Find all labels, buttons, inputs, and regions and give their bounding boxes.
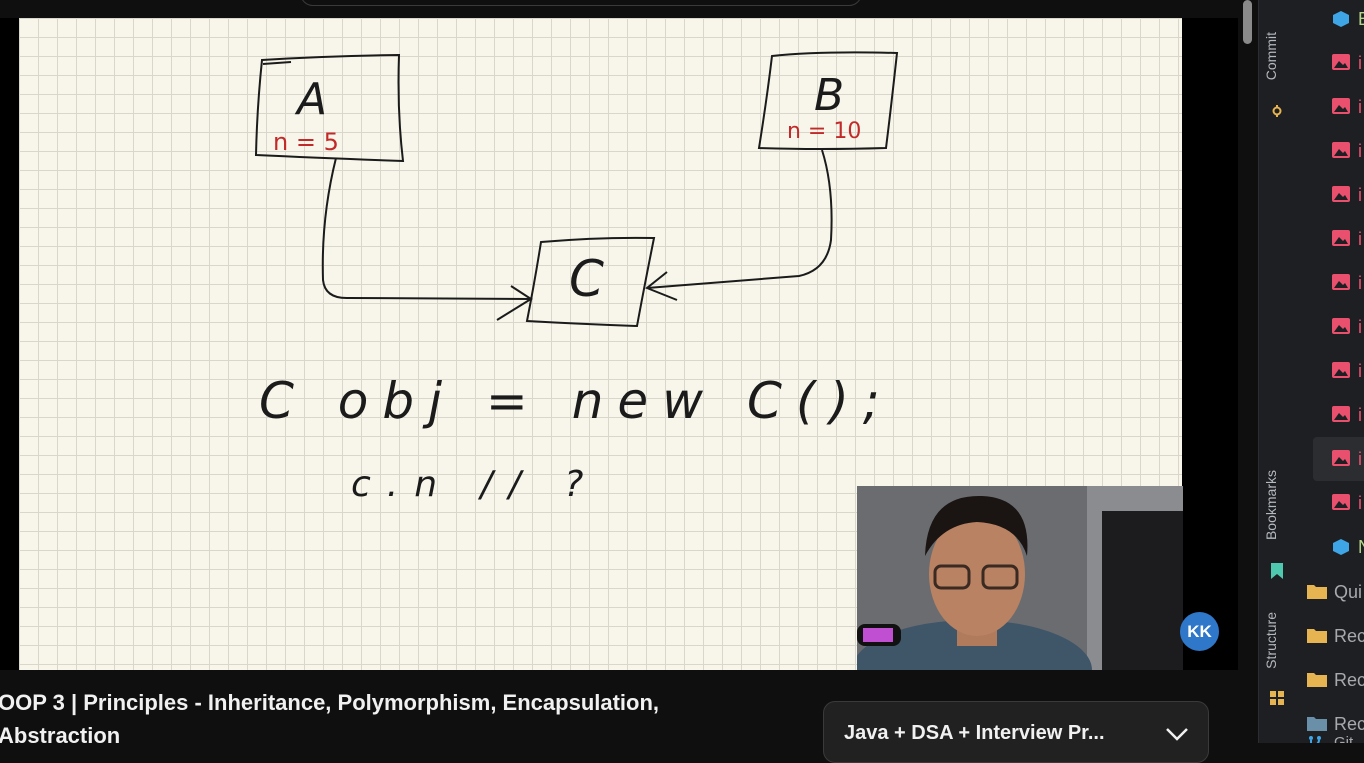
webcam-overlay (857, 486, 1183, 670)
structure-icon[interactable] (1269, 690, 1285, 711)
code-line-2: c.n // ? (351, 464, 599, 505)
tree-folder[interactable]: Qui (1295, 570, 1364, 614)
folder-icon (1307, 627, 1327, 643)
arrow-a-to-c (321, 157, 532, 300)
tree-item[interactable]: i (1295, 349, 1364, 393)
image-file-icon (1332, 406, 1350, 422)
search-bar[interactable] (300, 0, 862, 6)
tree-item[interactable]: i (1295, 305, 1364, 349)
folder-icon (1307, 583, 1327, 599)
ide-tool-strip: Commit Bookmarks Structure (1258, 0, 1295, 743)
box-b-label: B (814, 70, 844, 121)
image-file-icon (1332, 54, 1350, 70)
git-branch-icon (1307, 735, 1325, 743)
tool-tab-structure[interactable]: Structure (1263, 612, 1279, 669)
image-file-icon (1332, 362, 1350, 378)
image-file-icon (1332, 186, 1350, 202)
video-title[interactable]: OOP 3 | Principles - Inheritance, Polymo… (0, 686, 758, 752)
tree-item[interactable]: i (1295, 481, 1364, 525)
tree-folder[interactable]: Rec (1295, 614, 1364, 658)
tree-folder[interactable]: Rec (1295, 658, 1364, 702)
arrow-b-to-c (646, 149, 833, 289)
code-line-1: C obj = new C(); (259, 372, 894, 430)
top-bar (0, 0, 1238, 18)
tree-item[interactable]: i (1295, 261, 1364, 305)
module-icon (1332, 10, 1350, 27)
image-file-icon (1332, 274, 1350, 290)
tree-git[interactable]: Git (1295, 722, 1364, 743)
tree-item[interactable]: i (1295, 217, 1364, 261)
chevron-down-icon[interactable] (1164, 726, 1190, 747)
tree-item[interactable]: E (1295, 0, 1364, 41)
tree-item[interactable]: i (1295, 393, 1364, 437)
tree-item-selected[interactable]: i (1313, 437, 1364, 481)
image-file-icon (1332, 318, 1350, 334)
tree-item[interactable]: i (1295, 85, 1364, 129)
tool-tab-commit[interactable]: Commit (1263, 32, 1279, 80)
project-tree: E i i i i i i i i i i i (1295, 0, 1364, 743)
channel-watermark[interactable]: KK (1180, 612, 1219, 651)
module-icon (1332, 538, 1350, 555)
tree-item[interactable]: N (1295, 525, 1364, 569)
presenter-image (857, 486, 1183, 670)
box-b-value: n = 10 (787, 119, 861, 144)
commit-icon[interactable] (1271, 104, 1283, 122)
bookmark-icon[interactable] (1269, 562, 1285, 585)
tree-item[interactable]: i (1295, 41, 1364, 85)
image-file-icon (1332, 494, 1350, 510)
image-file-icon (1332, 98, 1350, 114)
tree-item[interactable]: i (1295, 129, 1364, 173)
playlist-panel[interactable]: Java + DSA + Interview Pr... (823, 701, 1209, 763)
page-scrollbar[interactable] (1243, 0, 1252, 44)
playlist-title[interactable]: Java + DSA + Interview Pr... (844, 722, 1105, 745)
video-player[interactable]: A n = 5 B n = 10 C C obj = new C(); c.n … (0, 0, 1238, 670)
image-file-icon (1332, 450, 1350, 466)
folder-icon (1307, 671, 1327, 687)
image-file-icon (1332, 142, 1350, 158)
box-c-label: C (569, 250, 604, 308)
box-a-value: n = 5 (273, 128, 339, 156)
image-file-icon (1332, 230, 1350, 246)
tree-item[interactable]: i (1295, 173, 1364, 217)
box-a-label: A (294, 74, 327, 125)
tool-tab-bookmarks[interactable]: Bookmarks (1263, 470, 1279, 540)
